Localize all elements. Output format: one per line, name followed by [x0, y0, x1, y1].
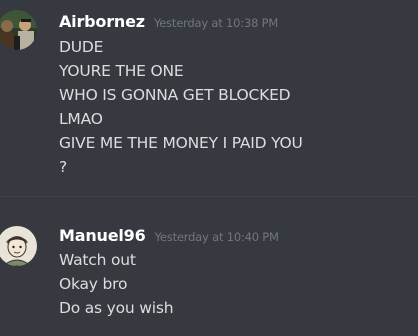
message-lines: Watch out Okay bro Do as you wish: [59, 248, 174, 320]
message-group-manuel96: Manuel96 Yesterday at 10:40 PM Watch out…: [0, 214, 418, 336]
message-divider: [0, 196, 418, 197]
message-group-airbornez: Airbornez Yesterday at 10:38 PM DUDE YOU…: [0, 0, 418, 190]
avatar[interactable]: [0, 10, 37, 50]
message-header: Manuel96 Yesterday at 10:40 PM: [59, 226, 279, 245]
timestamp[interactable]: Yesterday at 10:38 PM: [154, 16, 278, 30]
message-line: Okay bro: [59, 275, 128, 293]
message-line: GIVE ME THE MONEY I PAID YOU: [59, 134, 303, 152]
message-line: Watch out: [59, 251, 136, 269]
username[interactable]: Airbornez: [59, 12, 145, 31]
avatar[interactable]: [0, 226, 37, 266]
message-lines: DUDE YOURE THE ONE WHO IS GONNA GET BLOC…: [59, 35, 303, 179]
message-line: LMAO: [59, 110, 103, 128]
timestamp[interactable]: Yesterday at 10:40 PM: [155, 230, 279, 244]
message-line: ?: [59, 158, 68, 176]
message-line: WHO IS GONNA GET BLOCKED: [59, 86, 291, 104]
message-header: Airbornez Yesterday at 10:38 PM: [59, 12, 278, 31]
username[interactable]: Manuel96: [59, 226, 146, 245]
message-line: Do as you wish: [59, 299, 174, 317]
message-line: YOURE THE ONE: [59, 62, 184, 80]
message-line: DUDE: [59, 38, 104, 56]
